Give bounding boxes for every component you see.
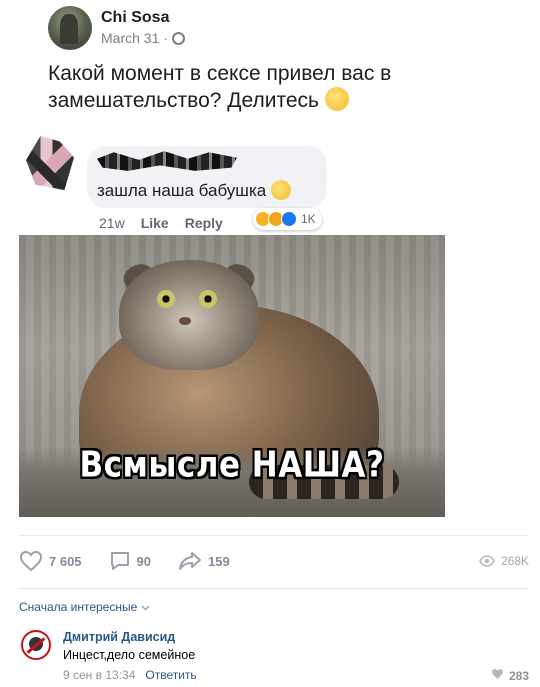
commenter-avatar[interactable] — [21, 630, 51, 660]
fb-post-date: March 31 · — [101, 30, 168, 46]
comment-icon — [109, 550, 131, 572]
like-count: 7 605 — [49, 553, 82, 569]
cat-head — [119, 260, 259, 370]
comment-like-button[interactable]: 283 — [491, 668, 529, 683]
globe-icon — [171, 31, 185, 45]
disappointed-emoji-icon — [270, 180, 291, 200]
cat-eye-left — [157, 290, 175, 308]
eye-icon — [479, 555, 495, 567]
fb-author-avatar — [48, 6, 92, 50]
fb-like-link: Like — [140, 215, 169, 231]
heart-icon — [19, 550, 43, 572]
cat-nose — [179, 317, 191, 325]
chevron-down-icon — [141, 600, 150, 614]
heart-icon — [491, 668, 504, 683]
fb-post-meta: March 31 · — [101, 30, 185, 46]
view-counter: 268K — [479, 554, 529, 568]
view-count: 268K — [500, 554, 529, 568]
fb-reaction-count: 1K — [301, 212, 316, 226]
comment-sort-dropdown[interactable]: Сначала интересные — [19, 600, 150, 614]
cat-eye-right — [199, 290, 217, 308]
embedded-post-image[interactable]: Chi Sosa March 31 · Какой момент в сексе… — [0, 0, 540, 525]
comment-meta: 9 сен в 13:34 Ответить — [63, 668, 197, 682]
fb-comment-time: 21w — [99, 215, 125, 231]
meme-caption: Всмысле НАША? — [79, 444, 385, 486]
rofl-emoji-icon — [324, 87, 349, 111]
comment-button[interactable]: 90 — [109, 550, 151, 572]
fb-commenter-avatar-pixelated — [26, 136, 74, 190]
comment-text: Инцест,дело семейное — [63, 648, 196, 662]
fb-comment-actions: 21w Like Reply — [99, 215, 223, 231]
fb-reactions: 1K — [253, 208, 322, 230]
like-reaction-icon — [281, 211, 297, 227]
post-action-bar: 7 605 90 159 268K — [19, 545, 529, 577]
share-button[interactable]: 159 — [178, 551, 230, 571]
comment-author-link[interactable]: Дмитрий Дависид — [63, 630, 175, 644]
sort-label: Сначала интересные — [19, 600, 138, 614]
fb-post-text: Какой момент в сексе привел вас в замеша… — [48, 60, 468, 114]
share-count: 159 — [208, 553, 230, 569]
fb-comment-text: зашла наша бабушка — [97, 180, 291, 201]
like-button[interactable]: 7 605 — [19, 550, 82, 572]
divider — [19, 535, 529, 536]
comment-like-count: 283 — [508, 668, 529, 683]
fb-comment-body: зашла наша бабушка — [97, 181, 267, 200]
fb-author-name: Chi Sosa — [101, 9, 170, 26]
share-arrow-icon — [178, 551, 202, 571]
divider — [19, 588, 529, 589]
reply-link[interactable]: Ответить — [145, 668, 196, 682]
fb-reply-link: Reply — [184, 215, 223, 231]
comment-timestamp[interactable]: 9 сен в 13:34 — [63, 668, 135, 682]
comment-count: 90 — [136, 553, 152, 569]
cat-meme-photo: Всмысле НАША? — [19, 235, 445, 517]
